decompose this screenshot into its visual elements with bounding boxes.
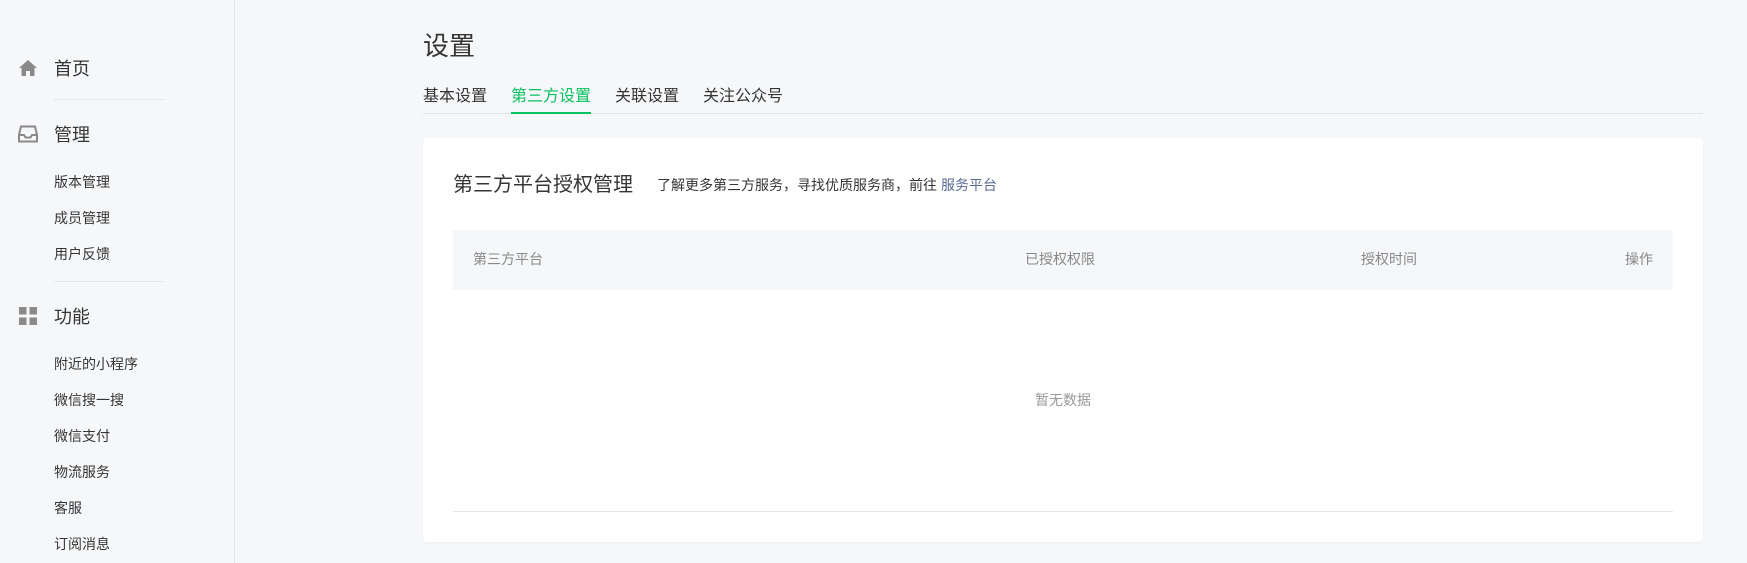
column-header-platform: 第三方平台: [473, 252, 543, 268]
sidebar-item-subscribe[interactable]: 订阅消息: [54, 535, 110, 555]
sidebar-item-pay[interactable]: 微信支付: [54, 427, 110, 447]
description-text: 了解更多第三方服务，寻找优质服务商，前往: [657, 178, 937, 194]
grid-icon: [17, 305, 39, 327]
service-platform-link[interactable]: 服务平台: [941, 178, 997, 194]
tab-link-settings[interactable]: 关联设置: [615, 84, 679, 114]
sidebar-item-manage[interactable]: 管理: [0, 114, 235, 154]
sidebar-item-logistics[interactable]: 物流服务: [54, 463, 110, 483]
column-header-actions: 操作: [1625, 252, 1653, 268]
sidebar-item-features[interactable]: 功能: [0, 296, 235, 336]
card-description: 了解更多第三方服务，寻找优质服务商，前往 服务平台: [657, 176, 997, 196]
sidebar-divider: [54, 99, 164, 100]
sidebar-item-home[interactable]: 首页: [0, 48, 235, 88]
tab-bar: 基本设置 第三方设置 关联设置 关注公众号: [423, 84, 1703, 114]
tab-follow-account[interactable]: 关注公众号: [703, 84, 783, 114]
column-header-permissions: 已授权权限: [1025, 252, 1095, 268]
tab-third-party-settings[interactable]: 第三方设置: [511, 84, 592, 114]
sidebar-item-label: 首页: [54, 59, 90, 80]
sidebar-item-members[interactable]: 成员管理: [54, 209, 110, 229]
sidebar-item-version[interactable]: 版本管理: [54, 173, 110, 193]
sidebar-divider: [54, 281, 164, 282]
inbox-icon: [17, 123, 39, 145]
table-header: 第三方平台 已授权权限 授权时间 操作: [453, 230, 1673, 290]
card-title: 第三方平台授权管理: [453, 172, 633, 196]
sidebar-item-label: 管理: [54, 125, 90, 146]
page-title: 设置: [423, 32, 476, 62]
sidebar-item-feedback[interactable]: 用户反馈: [54, 245, 110, 265]
table-bottom-divider: [453, 511, 1673, 512]
sidebar-item-nearby[interactable]: 附近的小程序: [54, 355, 138, 375]
sidebar-item-label: 功能: [54, 307, 90, 328]
empty-state-text: 暂无数据: [1035, 393, 1091, 409]
column-header-auth-time: 授权时间: [1361, 252, 1417, 268]
sidebar: 首页 管理 版本管理 成员管理 用户反馈 功能 附近的小程序 微信搜一搜 微信支…: [0, 0, 235, 563]
home-icon: [17, 57, 39, 79]
tab-basic-settings[interactable]: 基本设置: [423, 84, 487, 114]
sidebar-item-search[interactable]: 微信搜一搜: [54, 391, 124, 411]
authorization-card: 第三方平台授权管理 了解更多第三方服务，寻找优质服务商，前往 服务平台 第三方平台…: [423, 138, 1703, 542]
sidebar-item-service[interactable]: 客服: [54, 499, 82, 519]
